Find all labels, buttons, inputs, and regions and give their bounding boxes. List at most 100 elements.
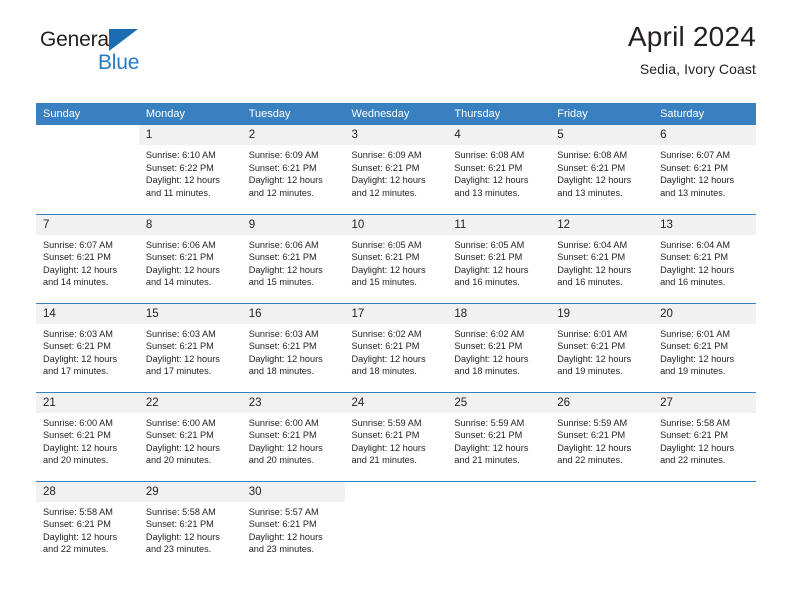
calendar-day-cell[interactable]: 23 Sunrise: 6:00 AM Sunset: 6:21 PM Dayligh… — [241, 391, 345, 481]
calendar-day-cell[interactable]: 21 Sunrise: 6:00 AM Sunset: 6:21 PM Dayligh… — [36, 391, 139, 481]
daylight-text: and 18 minutes. — [454, 366, 520, 377]
sunrise-text: Sunrise: 5:59 AM — [351, 417, 422, 428]
calendar-day-cell[interactable]: 26 Sunrise: 5:59 AM Sunset: 6:21 PM Dayligh… — [550, 391, 654, 481]
sunset-text: Sunset: 6:21 PM — [248, 519, 317, 530]
day-sun-info: Sunrise: 6:09 AM Sunset: 6:21 PM Daylight:… — [345, 145, 448, 199]
calendar-day-cell[interactable]: 29 Sunrise: 5:58 AM Sunset: 6:21 PM Dayligh… — [138, 480, 242, 570]
sunrise-text: Sunrise: 6:00 AM — [248, 417, 319, 428]
day-number: 21 — [36, 392, 139, 413]
sunrise-text: Sunrise: 6:02 AM — [454, 328, 525, 339]
calendar-day-cell[interactable]: 7 Sunrise: 6:07 AM Sunset: 6:21 PM Daylight… — [36, 213, 139, 303]
calendar-day-cell[interactable]: 15 Sunrise: 6:03 AM Sunset: 6:21 PM Dayligh… — [138, 302, 242, 392]
calendar-day-cell[interactable]: 20 Sunrise: 6:01 AM Sunset: 6:21 PM Dayligh… — [653, 302, 756, 392]
daylight-text: Daylight: 12 hours — [248, 531, 323, 542]
page-header: General Blue April 2024 Sedia, Ivory Coa… — [0, 0, 792, 103]
day-sun-info — [550, 502, 653, 506]
daylight-text: Daylight: 12 hours — [43, 264, 118, 275]
day-number: 25 — [447, 392, 551, 413]
daylight-text: Daylight: 12 hours — [351, 442, 426, 453]
calendar-day-cell[interactable]: 5 Sunrise: 6:08 AM Sunset: 6:21 PM Daylight… — [550, 125, 654, 214]
day-sun-info: Sunrise: 6:02 AM Sunset: 6:21 PM Daylight:… — [345, 324, 448, 378]
day-number: 9 — [241, 214, 345, 235]
calendar-day-cell[interactable]: 22 Sunrise: 6:00 AM Sunset: 6:21 PM Dayligh… — [138, 391, 242, 481]
calendar-day-cell[interactable]: 18 Sunrise: 6:02 AM Sunset: 6:21 PM Dayligh… — [447, 302, 551, 392]
sunset-text: Sunset: 6:21 PM — [660, 252, 728, 263]
day-number: 5 — [550, 125, 654, 145]
logo-text-general: General — [40, 28, 114, 51]
sunrise-text: Sunrise: 6:00 AM — [145, 417, 216, 428]
day-sun-info: Sunrise: 6:04 AM Sunset: 6:21 PM Daylight:… — [653, 235, 756, 289]
calendar-day-cell[interactable]: 14 Sunrise: 6:03 AM Sunset: 6:21 PM Dayligh… — [36, 302, 139, 392]
daylight-text: Daylight: 12 hours — [145, 353, 220, 364]
sunset-text: Sunset: 6:21 PM — [557, 430, 626, 441]
calendar-day-cell[interactable]: 12 Sunrise: 6:04 AM Sunset: 6:21 PM Dayligh… — [550, 213, 654, 303]
calendar-day-cell[interactable]: 24 Sunrise: 5:59 AM Sunset: 6:21 PM Dayligh… — [344, 391, 448, 481]
daylight-text: Daylight: 12 hours — [454, 442, 529, 453]
day-sun-info: Sunrise: 6:06 AM Sunset: 6:21 PM Daylight:… — [139, 235, 242, 289]
daylight-text: Daylight: 12 hours — [351, 175, 426, 186]
sunset-text: Sunset: 6:21 PM — [557, 162, 626, 173]
day-sun-info — [36, 145, 139, 149]
sunrise-text: Sunrise: 6:06 AM — [145, 239, 216, 250]
weekday-header-wednesday: Wednesday — [344, 103, 448, 125]
day-sun-info: Sunrise: 6:03 AM Sunset: 6:21 PM Daylight:… — [36, 324, 139, 378]
calendar-day-cell[interactable]: 30 Sunrise: 5:57 AM Sunset: 6:21 PM Dayligh… — [241, 480, 345, 570]
calendar-day-cell[interactable]: 19 Sunrise: 6:01 AM Sunset: 6:21 PM Dayligh… — [550, 302, 654, 392]
daylight-text: Daylight: 12 hours — [454, 175, 529, 186]
daylight-text: and 21 minutes. — [351, 455, 417, 466]
calendar-day-cell[interactable]: 11 Sunrise: 6:05 AM Sunset: 6:21 PM Dayligh… — [447, 213, 551, 303]
daylight-text: and 12 minutes. — [351, 187, 417, 198]
day-sun-info: Sunrise: 6:00 AM Sunset: 6:21 PM Daylight:… — [36, 413, 139, 467]
day-number: 29 — [138, 481, 242, 502]
calendar-week-row: 14 Sunrise: 6:03 AM Sunset: 6:21 PM Dayligh… — [36, 302, 756, 392]
calendar-day-cell[interactable]: 2 Sunrise: 6:09 AM Sunset: 6:21 PM Daylight… — [241, 125, 345, 214]
day-sun-info: Sunrise: 6:03 AM Sunset: 6:21 PM Daylight:… — [139, 324, 242, 378]
calendar-day-cell[interactable]: 27 Sunrise: 5:58 AM Sunset: 6:21 PM Dayligh… — [653, 391, 756, 481]
daylight-text: Daylight: 12 hours — [660, 442, 735, 453]
daylight-text: and 15 minutes. — [248, 277, 315, 288]
calendar-day-cell[interactable]: 1 Sunrise: 6:10 AM Sunset: 6:22 PM Daylight… — [138, 125, 242, 214]
day-sun-info: Sunrise: 6:08 AM Sunset: 6:21 PM Daylight:… — [550, 145, 653, 199]
calendar-day-cell[interactable]: 8 Sunrise: 6:06 AM Sunset: 6:21 PM Daylight… — [138, 213, 242, 303]
page-title: April 2024 — [627, 21, 756, 52]
sunrise-text: Sunrise: 6:02 AM — [351, 328, 422, 339]
day-sun-info: Sunrise: 5:57 AM Sunset: 6:21 PM Daylight:… — [242, 502, 345, 556]
calendar-body: 1 Sunrise: 6:10 AM Sunset: 6:22 PM Daylight… — [36, 125, 756, 570]
calendar-day-cell[interactable]: 25 Sunrise: 5:59 AM Sunset: 6:21 PM Dayligh… — [447, 391, 551, 481]
sunset-text: Sunset: 6:21 PM — [351, 341, 420, 352]
calendar-day-cell[interactable]: 28 Sunrise: 5:58 AM Sunset: 6:21 PM Dayligh… — [36, 480, 139, 570]
calendar-day-cell[interactable]: 9 Sunrise: 6:06 AM Sunset: 6:21 PM Daylight… — [241, 213, 345, 303]
day-sun-info: Sunrise: 6:08 AM Sunset: 6:21 PM Daylight:… — [447, 145, 550, 199]
day-sun-info: Sunrise: 6:04 AM Sunset: 6:21 PM Daylight:… — [550, 235, 653, 289]
day-number: 3 — [344, 125, 448, 145]
calendar-day-cell[interactable]: 6 Sunrise: 6:07 AM Sunset: 6:21 PM Daylight… — [653, 125, 756, 214]
sunset-text: Sunset: 6:21 PM — [351, 430, 420, 441]
daylight-text: and 18 minutes. — [248, 366, 315, 377]
day-sun-info: Sunrise: 6:00 AM Sunset: 6:21 PM Daylight:… — [139, 413, 242, 467]
daylight-text: Daylight: 12 hours — [557, 264, 632, 275]
daylight-text: Daylight: 12 hours — [454, 353, 529, 364]
sunset-text: Sunset: 6:21 PM — [248, 430, 317, 441]
calendar-week-row: 28 Sunrise: 5:58 AM Sunset: 6:21 PM Dayligh… — [36, 480, 756, 570]
daylight-text: and 11 minutes. — [145, 187, 211, 198]
daylight-text: Daylight: 12 hours — [145, 442, 220, 453]
calendar-day-cell-empty — [447, 480, 551, 570]
day-number: 20 — [653, 303, 756, 324]
calendar-day-cell[interactable]: 4 Sunrise: 6:08 AM Sunset: 6:21 PM Daylight… — [447, 125, 551, 214]
sunrise-text: Sunrise: 6:03 AM — [43, 328, 113, 339]
generalblue-logo[interactable]: General Blue — [36, 27, 186, 79]
daylight-text: and 16 minutes. — [557, 277, 623, 288]
calendar-day-cell[interactable]: 16 Sunrise: 6:03 AM Sunset: 6:21 PM Dayligh… — [241, 302, 345, 392]
daylight-text: Daylight: 12 hours — [145, 531, 220, 542]
calendar-day-cell[interactable]: 17 Sunrise: 6:02 AM Sunset: 6:21 PM Dayligh… — [344, 302, 448, 392]
calendar-day-cell[interactable]: 10 Sunrise: 6:05 AM Sunset: 6:21 PM Dayligh… — [344, 213, 448, 303]
sunrise-text: Sunrise: 6:04 AM — [660, 239, 731, 250]
calendar-day-cell-empty — [344, 480, 448, 570]
weekday-header-sunday: Sunday — [36, 103, 139, 125]
sunset-text: Sunset: 6:21 PM — [145, 252, 214, 263]
daylight-text: Daylight: 12 hours — [43, 531, 118, 542]
calendar-day-cell[interactable]: 13 Sunrise: 6:04 AM Sunset: 6:21 PM Dayligh… — [653, 213, 756, 303]
day-sun-info: Sunrise: 6:02 AM Sunset: 6:21 PM Daylight:… — [447, 324, 550, 378]
title-block: April 2024 Sedia, Ivory Coast — [627, 21, 756, 78]
calendar-day-cell[interactable]: 3 Sunrise: 6:09 AM Sunset: 6:21 PM Daylight… — [344, 125, 448, 214]
